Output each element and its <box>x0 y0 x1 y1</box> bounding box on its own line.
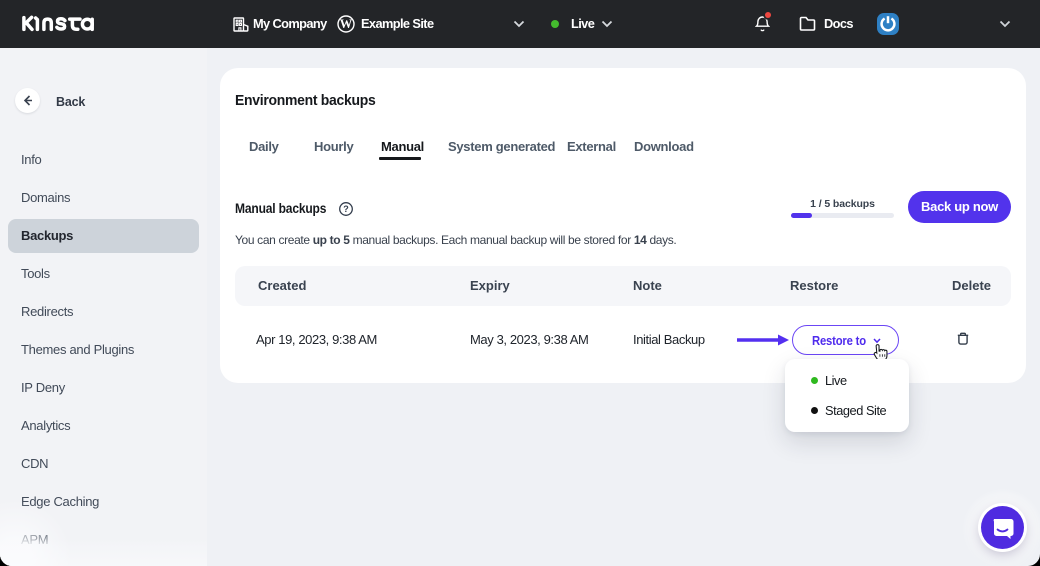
svg-text:?: ? <box>343 204 349 214</box>
svg-text:W: W <box>340 17 353 31</box>
